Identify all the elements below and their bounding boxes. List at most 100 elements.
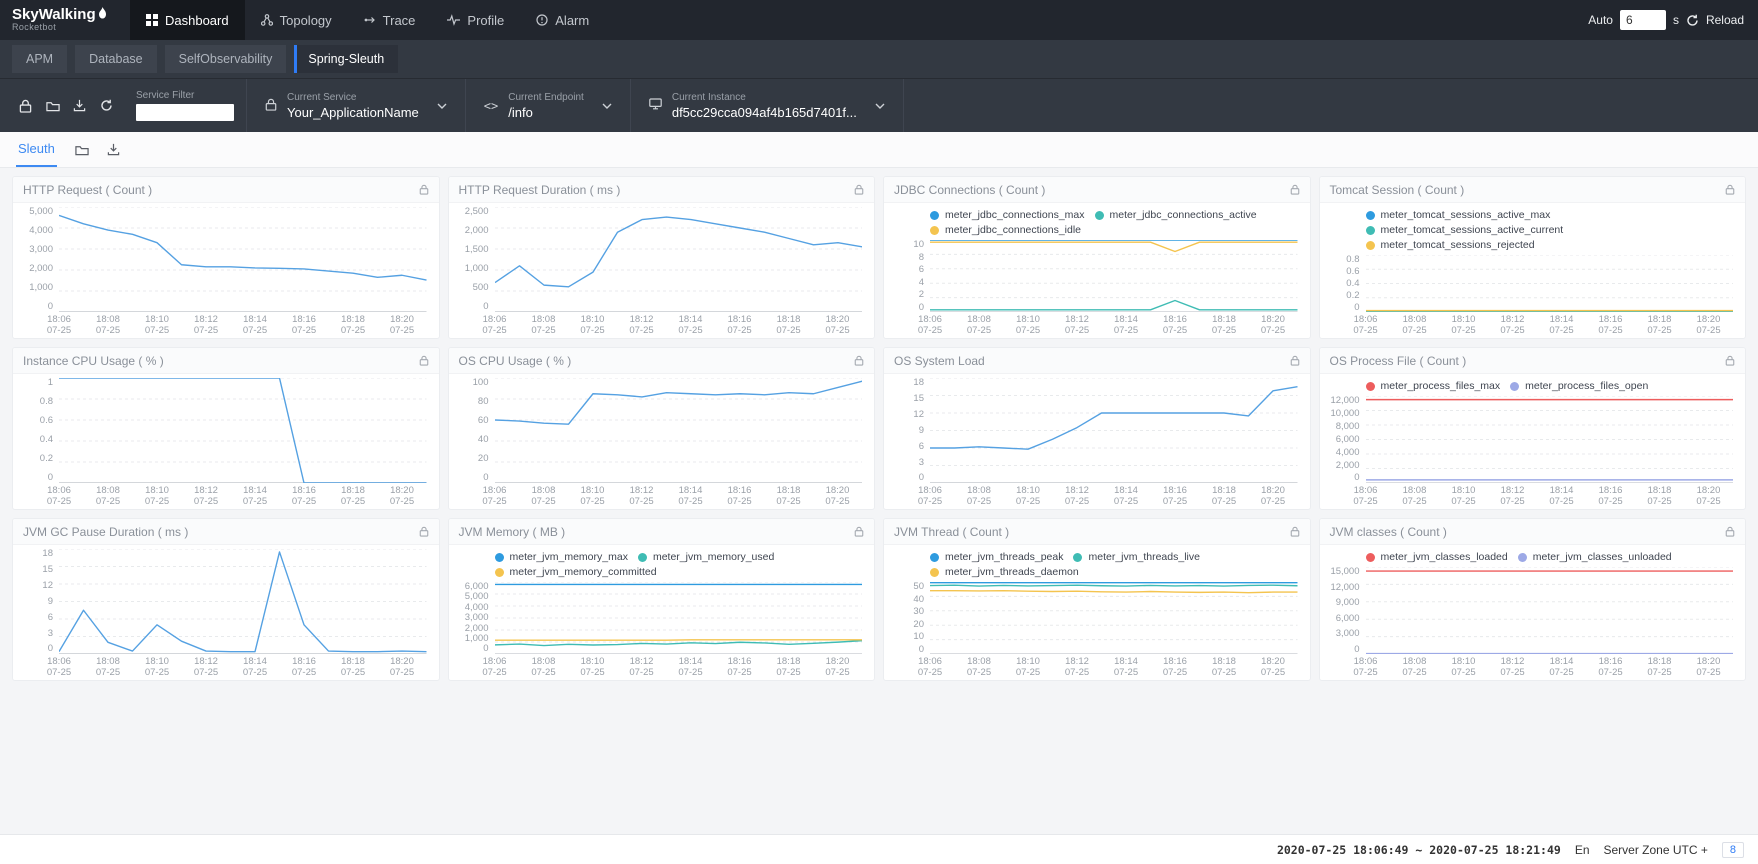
lock-icon[interactable] [419, 526, 429, 537]
x-tick-label: 18:2007-25 [390, 656, 414, 679]
download-icon[interactable] [107, 143, 120, 156]
current-service-selector[interactable]: Current Service Your_ApplicationName [246, 79, 465, 132]
lock-icon[interactable] [854, 526, 864, 537]
service-filter-input[interactable] [136, 104, 234, 121]
server-zone-value[interactable]: 8 [1722, 842, 1744, 858]
folder-icon[interactable] [39, 100, 66, 112]
legend-item[interactable]: meter_jvm_threads_daemon [930, 566, 1079, 578]
lock-icon[interactable] [419, 184, 429, 195]
x-tick-label: 18:0607-25 [918, 656, 942, 679]
chart-panel-body: 2,5002,0001,5001,000500018:0607-2518:080… [449, 203, 875, 338]
selector-value: /info [508, 105, 584, 120]
legend-item[interactable]: meter_process_files_max [1366, 380, 1501, 392]
y-tick-label: 1 [48, 378, 53, 388]
x-tick-label: 18:0607-25 [482, 485, 506, 508]
lock-icon[interactable] [1725, 526, 1735, 537]
y-tick-label: 8 [919, 253, 924, 263]
y-axis-labels: 12,00010,0008,0006,0004,0002,0000 [1326, 396, 1366, 483]
auto-interval-input[interactable] [1620, 10, 1666, 30]
tab-apm[interactable]: APM [12, 45, 67, 73]
legend-item[interactable]: meter_process_files_open [1510, 380, 1648, 392]
selector-label: Current Service [287, 92, 419, 103]
reload-icon[interactable] [1686, 14, 1699, 27]
x-tick-date: 07-25 [1598, 496, 1622, 507]
legend-item[interactable]: meter_jdbc_connections_idle [930, 224, 1081, 236]
lock-icon[interactable] [12, 99, 39, 113]
dashboard-tabs-bar: APM Database SelfObservability Spring-Sl… [0, 40, 1758, 78]
current-instance-selector[interactable]: Current Instance df5cc29cca094af4b165d74… [630, 79, 904, 132]
download-icon[interactable] [66, 99, 93, 112]
folder-icon[interactable] [75, 144, 89, 156]
tab-database[interactable]: Database [75, 45, 157, 73]
x-tick-date: 07-25 [1696, 325, 1720, 336]
tab-sleuth[interactable]: Sleuth [16, 132, 57, 167]
nav-item-trace[interactable]: Trace [348, 0, 432, 40]
x-tick-label: 18:1207-25 [1500, 656, 1524, 679]
legend-dot-icon [1366, 382, 1375, 391]
logo[interactable]: SkyWalking Rocketbot [12, 7, 130, 33]
y-tick-label: 2 [919, 290, 924, 300]
x-tick-label: 18:1607-25 [292, 314, 316, 337]
nav-item-dashboard[interactable]: Dashboard [130, 0, 245, 40]
legend-item[interactable]: meter_jdbc_connections_active [1095, 209, 1257, 221]
legend-dot-icon [930, 568, 939, 577]
legend-dot-icon [1518, 553, 1527, 562]
legend-item[interactable]: meter_jdbc_connections_max [930, 209, 1085, 221]
legend-label: meter_jdbc_connections_max [945, 209, 1085, 221]
legend-item[interactable]: meter_jvm_memory_committed [495, 566, 657, 578]
y-tick-label: 0.6 [1346, 267, 1359, 277]
reload-label[interactable]: Reload [1706, 13, 1744, 27]
chart-column: 18:0607-2518:0807-2518:1007-2518:1207-25… [930, 582, 1298, 678]
x-tick-time: 18:16 [1598, 656, 1622, 667]
nav-item-profile[interactable]: Profile [431, 0, 520, 40]
x-tick-date: 07-25 [1402, 667, 1426, 678]
x-tick-time: 18:20 [1696, 656, 1720, 667]
x-tick-label: 18:0607-25 [482, 656, 506, 679]
lock-icon[interactable] [1725, 184, 1735, 195]
current-endpoint-selector[interactable]: <> Current Endpoint /info [465, 79, 630, 132]
x-tick-time: 18:10 [1451, 485, 1475, 496]
legend-dot-icon [930, 553, 939, 562]
lock-icon[interactable] [1290, 184, 1300, 195]
x-tick-label: 18:1207-25 [629, 485, 653, 508]
x-tick-label: 18:0807-25 [96, 314, 120, 337]
x-tick-time: 18:16 [727, 656, 751, 667]
y-tick-label: 2,000 [465, 624, 489, 634]
legend-item[interactable]: meter_tomcat_sessions_active_max [1366, 209, 1551, 221]
nav-item-topology[interactable]: Topology [245, 0, 348, 40]
y-tick-label: 100 [473, 378, 489, 388]
y-tick-label: 9,000 [1336, 598, 1360, 608]
lock-icon[interactable] [419, 355, 429, 366]
legend-item[interactable]: meter_jvm_memory_max [495, 551, 628, 563]
legend-item[interactable]: meter_jvm_classes_loaded [1366, 551, 1508, 563]
legend-item[interactable]: meter_tomcat_sessions_rejected [1366, 239, 1535, 251]
x-tick-label: 18:1807-25 [1212, 656, 1236, 679]
y-axis-labels: 0.80.60.40.20 [1326, 255, 1366, 312]
legend-item[interactable]: meter_jvm_classes_unloaded [1518, 551, 1672, 563]
x-tick-label: 18:0607-25 [1353, 656, 1377, 679]
x-tick-date: 07-25 [1451, 667, 1475, 678]
y-tick-label: 8,000 [1336, 422, 1360, 432]
legend-item[interactable]: meter_tomcat_sessions_active_current [1366, 224, 1564, 236]
lock-icon[interactable] [1725, 355, 1735, 366]
x-tick-time: 18:18 [776, 314, 800, 325]
lock-icon[interactable] [1290, 355, 1300, 366]
lock-icon[interactable] [1290, 526, 1300, 537]
legend-item[interactable]: meter_jvm_memory_used [638, 551, 774, 563]
x-axis-labels: 18:0607-2518:0807-2518:1007-2518:1207-25… [495, 312, 863, 336]
tab-selfobservability[interactable]: SelfObservability [165, 45, 287, 73]
nav-item-alarm[interactable]: Alarm [520, 0, 605, 40]
x-tick-date: 07-25 [1696, 667, 1720, 678]
tab-spring-sleuth[interactable]: Spring-Sleuth [294, 45, 398, 73]
legend-item[interactable]: meter_jvm_threads_live [1073, 551, 1199, 563]
time-range[interactable]: 2020-07-25 18:06:49 ~ 2020-07-25 18:21:4… [1277, 843, 1561, 857]
logo-title: SkyWalking [12, 7, 96, 24]
x-tick-date: 07-25 [96, 667, 120, 678]
x-tick-label: 18:1207-25 [629, 314, 653, 337]
legend-item[interactable]: meter_jvm_threads_peak [930, 551, 1063, 563]
x-tick-date: 07-25 [678, 667, 702, 678]
language-toggle[interactable]: En [1575, 843, 1590, 857]
refresh-icon[interactable] [93, 99, 120, 112]
lock-icon[interactable] [854, 184, 864, 195]
lock-icon[interactable] [854, 355, 864, 366]
